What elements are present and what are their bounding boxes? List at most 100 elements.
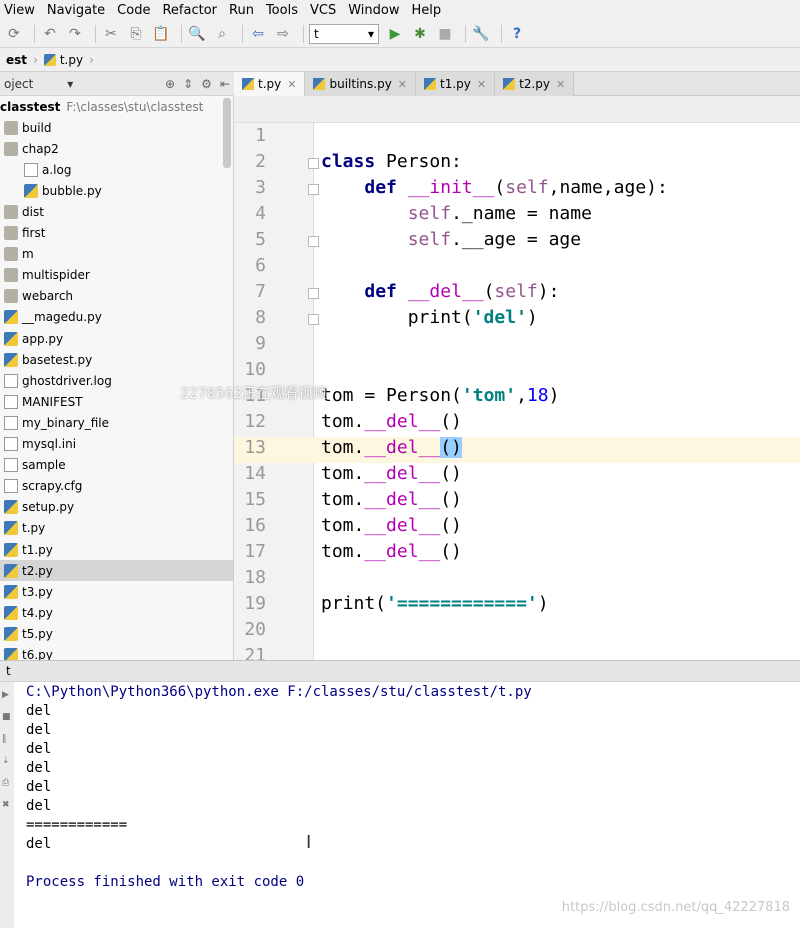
editor-tab[interactable]: t1.py ✕ [416,72,496,96]
tree-root[interactable]: classtest F:\classes\stu\classtest [0,96,233,117]
sync-icon[interactable]: ⟳ [4,24,24,44]
debug-icon[interactable]: ✱ [410,24,430,44]
gear-icon[interactable]: ⚙ [201,77,212,91]
menu-item-navigate[interactable]: Navigate [47,3,105,18]
fold-marker[interactable] [308,184,319,195]
code-line-19: print('============') [321,593,549,614]
console-output-line: del [26,741,52,757]
tree-item-label: ghostdriver.log [22,373,112,388]
copy-icon[interactable]: ⎘ [126,24,146,44]
tree-item[interactable]: first [0,223,233,244]
menu-item-view[interactable]: View [4,3,35,18]
tree-item[interactable]: chap2 [0,138,233,159]
fold-marker[interactable] [308,314,319,325]
run-config-select[interactable]: t ▾ [309,24,379,44]
trash-icon[interactable]: ✖ [2,800,12,810]
current-line-highlight [234,437,800,463]
file-icon [4,373,18,388]
menu-item-window[interactable]: Window [348,3,399,18]
chevron-down-icon: ▾ [367,27,374,41]
run-console[interactable] [14,682,800,928]
tree-item[interactable]: a.log [0,159,233,180]
tree-item[interactable]: multispider [0,265,233,286]
project-view-select[interactable]: oject ▾ [4,77,73,91]
tree-item[interactable]: t2.py [0,560,233,582]
tree-item[interactable]: t5.py [0,623,233,644]
tree-item[interactable]: app.py [0,328,233,349]
editor-tab[interactable]: t2.py ✕ [495,72,575,96]
run-tab-label[interactable]: t [6,664,11,678]
menu-item-code[interactable]: Code [117,3,150,18]
run-panel-header: t [0,660,800,682]
undo-icon[interactable]: ↶ [40,24,60,44]
tree-item[interactable]: m [0,244,233,265]
back-icon[interactable]: ⇦ [248,24,268,44]
menu-bar: View Navigate Code Refactor Run Tools VCS Windo… [0,0,800,21]
tree-item-label: basetest.py [22,352,93,367]
forward-icon[interactable]: ⇨ [273,24,293,44]
tree-item[interactable]: t.py [0,518,233,539]
tree-item[interactable]: bubble.py [0,180,233,201]
find-icon[interactable]: 🔍 [187,24,207,44]
cut-icon[interactable]: ✂ [101,24,121,44]
close-icon[interactable]: ✕ [287,78,296,91]
editor-tab[interactable]: t.py ✕ [234,72,306,96]
tree-item[interactable]: basetest.py [0,349,233,370]
tree-item[interactable]: scrapy.cfg [0,476,233,497]
close-icon[interactable]: ✕ [477,78,486,91]
tree-item[interactable]: my_binary_file [0,412,233,433]
tree-item-label: my_binary_file [22,415,110,430]
tree-item[interactable]: mysql.ini [0,434,233,455]
redo-icon[interactable]: ↷ [65,24,85,44]
python-file-icon [4,605,18,620]
close-icon[interactable]: ✕ [398,78,407,91]
line-number: 13 [244,437,266,458]
tree-item-label: dist [22,204,44,219]
breadcrumb: est › t.py › [0,48,800,72]
file-icon [24,162,38,177]
tree-item[interactable]: dist [0,201,233,222]
tree-item[interactable]: setup.py [0,497,233,518]
tree-item[interactable]: t4.py [0,602,233,623]
code-line-14: tom.__del__() [321,463,462,484]
menu-item-refactor[interactable]: Refactor [162,3,217,18]
tree-item-label: t.py [22,521,46,536]
paste-icon[interactable]: 📋 [151,24,171,44]
tree-item[interactable]: t3.py [0,581,233,602]
replace-icon[interactable]: ⌕ [212,24,232,44]
scroll-icon[interactable]: ⇣ [2,756,12,766]
pause-icon[interactable]: ‖ [2,734,12,744]
stop-icon[interactable]: ■ [2,712,12,722]
tree-item[interactable]: webarch [0,286,233,307]
tree-item-label: setup.py [22,500,75,515]
tree-item[interactable]: t6.py [0,645,233,660]
menu-item-run[interactable]: Run [229,3,254,18]
menu-item-vcs[interactable]: VCS [310,3,336,18]
target-icon[interactable]: ⊕ [165,77,175,91]
fold-marker[interactable] [308,158,319,169]
editor-tab[interactable]: builtins.py ✕ [305,72,417,96]
print-icon[interactable]: ⎙ [2,778,12,788]
fold-marker[interactable] [308,288,319,299]
breadcrumb-file[interactable]: t.py [38,53,89,67]
python-file-icon [242,78,254,90]
collapse-icon[interactable]: ⇕ [183,77,193,91]
fold-marker[interactable] [308,236,319,247]
stop-icon[interactable]: ■ [435,24,455,44]
run-config-label: t [314,27,319,41]
help-icon[interactable]: ? [507,24,527,44]
menu-item-tools[interactable]: Tools [266,3,298,18]
tree-item[interactable]: __magedu.py [0,307,233,328]
hide-icon[interactable]: ⇤ [220,77,230,91]
menu-item-help[interactable]: Help [411,3,441,18]
tree-item[interactable]: build [0,117,233,138]
rerun-icon[interactable]: ▶ [2,690,12,700]
breadcrumb-root[interactable]: est [0,53,33,67]
tree-item[interactable]: sample [0,455,233,476]
code-line-4: self._name = name [407,203,592,224]
run-icon[interactable]: ▶ [385,24,405,44]
tree-item[interactable]: t1.py [0,539,233,560]
close-icon[interactable]: ✕ [556,78,565,91]
settings-icon[interactable]: 🔧 [471,24,491,44]
line-number: 18 [244,567,266,588]
